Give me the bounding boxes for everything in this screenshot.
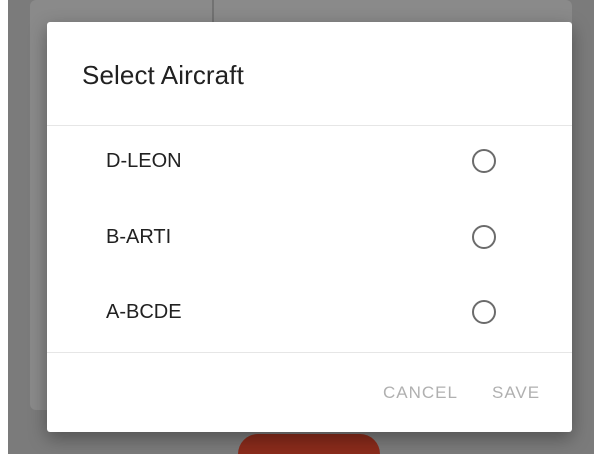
background-action-button [238, 434, 380, 454]
aircraft-option-label: A-BCDE [106, 301, 182, 323]
aircraft-option-label: B-ARTI [106, 226, 172, 248]
screen-edge-left [0, 0, 8, 454]
dialog-title: Select Aircraft [82, 60, 244, 90]
aircraft-option-b-arti[interactable]: B-ARTI [47, 202, 572, 276]
aircraft-option-label: D-LEON [106, 150, 182, 172]
dialog-actions: CANCEL SAVE [47, 353, 572, 432]
aircraft-option-d-leon[interactable]: D-LEON [47, 126, 572, 200]
radio-button[interactable] [472, 225, 496, 249]
screen-edge-right [594, 0, 602, 454]
background-divider [212, 0, 214, 22]
cancel-button[interactable]: CANCEL [383, 383, 458, 403]
app-screen: Select Aircraft D-LEON B-ARTI A-BCDE CAN… [0, 0, 602, 454]
select-aircraft-dialog: Select Aircraft D-LEON B-ARTI A-BCDE CAN… [47, 22, 572, 432]
aircraft-option-a-bcde[interactable]: A-BCDE [47, 277, 572, 351]
save-button[interactable]: SAVE [492, 383, 540, 403]
radio-button[interactable] [472, 300, 496, 324]
radio-button[interactable] [472, 149, 496, 173]
